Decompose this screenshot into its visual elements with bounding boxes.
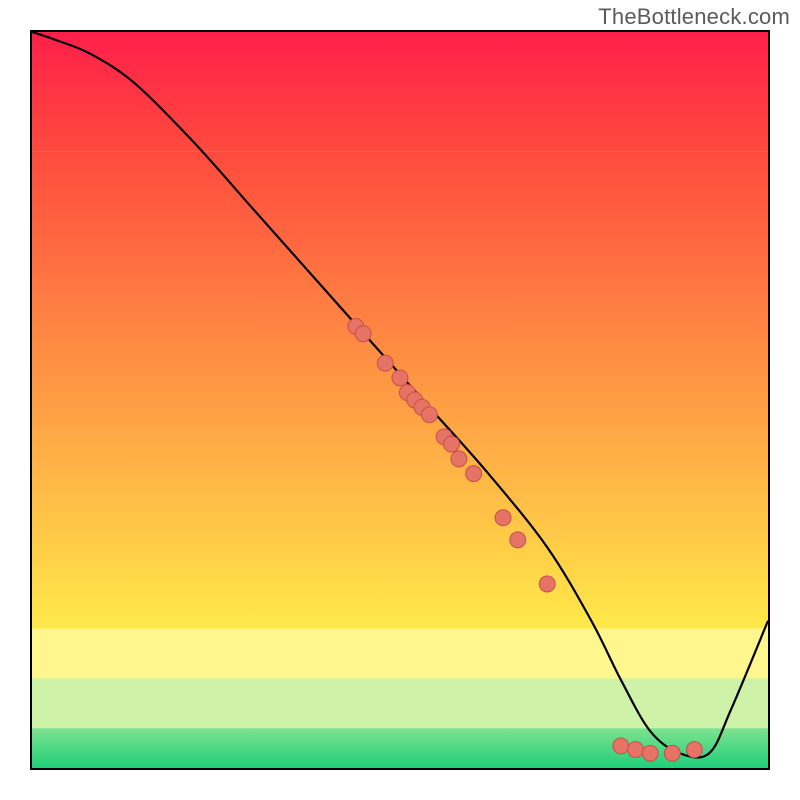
data-point bbox=[444, 436, 460, 452]
chart-stage: TheBottleneck.com bbox=[0, 0, 800, 800]
data-point bbox=[642, 745, 658, 761]
data-point bbox=[628, 742, 644, 758]
data-point bbox=[451, 451, 467, 467]
watermark-text: TheBottleneck.com bbox=[598, 4, 790, 30]
data-point bbox=[510, 532, 526, 548]
data-point bbox=[421, 407, 437, 423]
data-point bbox=[466, 466, 482, 482]
data-point bbox=[355, 326, 371, 342]
foreground-layer bbox=[32, 32, 768, 768]
data-point bbox=[495, 510, 511, 526]
data-point bbox=[686, 742, 702, 758]
plot-area bbox=[30, 30, 770, 770]
data-point bbox=[377, 355, 393, 371]
data-point bbox=[539, 576, 555, 592]
data-point bbox=[392, 370, 408, 386]
data-point bbox=[664, 745, 680, 761]
data-points bbox=[348, 318, 702, 761]
data-point bbox=[613, 738, 629, 754]
